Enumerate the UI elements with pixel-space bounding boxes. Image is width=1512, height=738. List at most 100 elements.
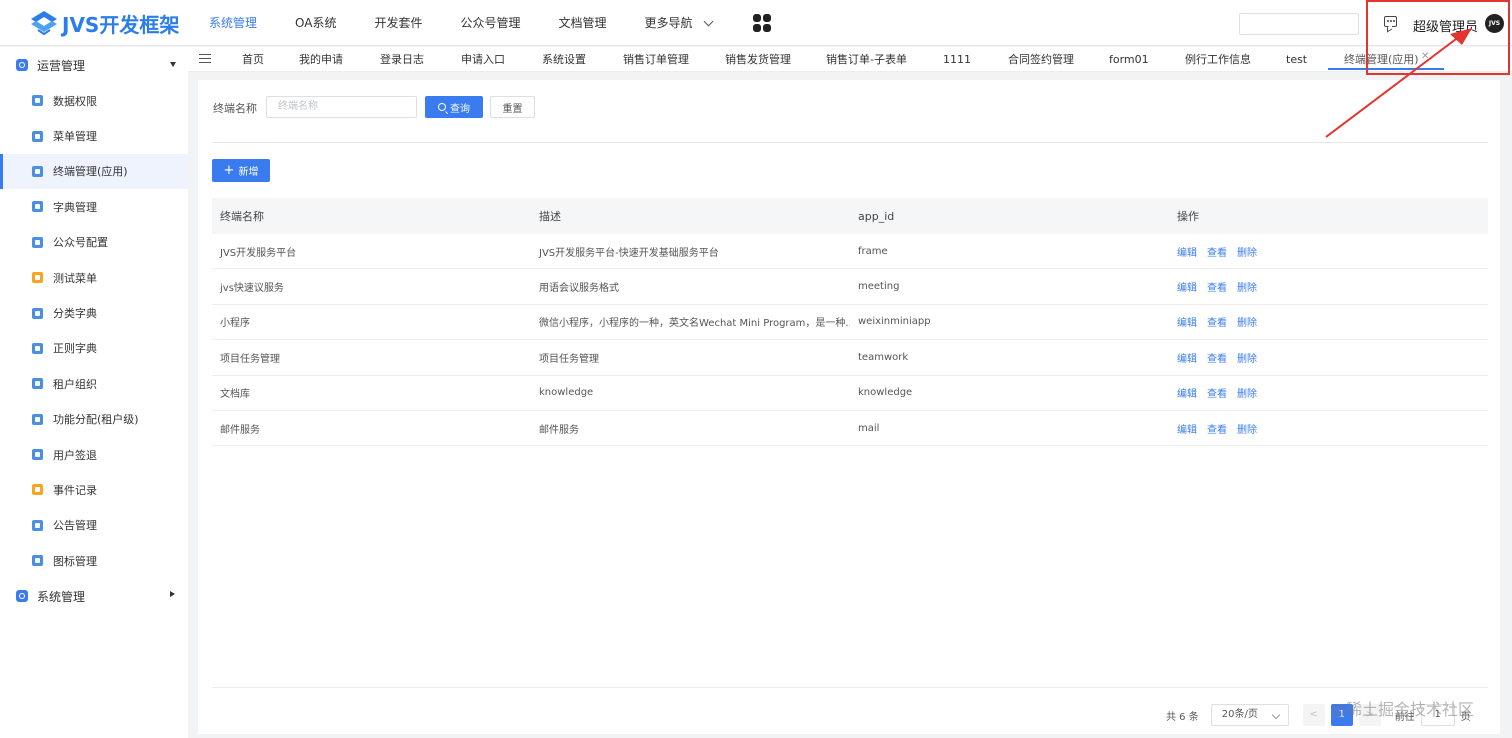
- sidebar-item[interactable]: 终端管理(应用): [0, 153, 188, 190]
- logo[interactable]: JVS开发框架: [30, 9, 179, 37]
- sidebar-item[interactable]: 租户组织: [0, 366, 188, 401]
- nav-official-account[interactable]: 公众号管理: [441, 0, 539, 46]
- row-actions: 编辑 查看 删除: [1169, 279, 1488, 294]
- menu-item-icon: [32, 130, 43, 142]
- tab[interactable]: 1111: [943, 47, 971, 72]
- terminal-name-input[interactable]: 终端名称: [266, 96, 417, 118]
- tab[interactable]: 申请入口: [461, 47, 505, 72]
- view-link[interactable]: 查看: [1207, 421, 1227, 436]
- avatar[interactable]: JVS: [1485, 14, 1504, 33]
- nav-system[interactable]: 系统管理: [190, 0, 276, 46]
- sidebar-item[interactable]: 正则字典: [0, 331, 188, 366]
- add-button[interactable]: + 新增: [212, 159, 270, 182]
- apps-grid-icon[interactable]: [752, 14, 771, 32]
- tab[interactable]: 销售发货管理: [725, 47, 791, 72]
- add-label: 新增: [238, 167, 259, 178]
- view-link[interactable]: 查看: [1207, 314, 1227, 329]
- edit-link[interactable]: 编辑: [1177, 314, 1197, 329]
- menu-item-icon: [32, 165, 43, 177]
- close-icon[interactable]: ✕: [1421, 51, 1429, 62]
- view-link[interactable]: 查看: [1207, 385, 1227, 400]
- query-button[interactable]: 查询: [425, 96, 483, 118]
- delete-link[interactable]: 删除: [1237, 385, 1257, 400]
- delete-link[interactable]: 删除: [1237, 421, 1257, 436]
- view-link[interactable]: 查看: [1207, 279, 1227, 294]
- sidebar-item-label: 租户组织: [53, 377, 97, 391]
- table-row: 项目任务管理 项目任务管理 teamwork 编辑 查看 删除: [212, 340, 1488, 376]
- sidebar-item[interactable]: 功能分配(租户级): [0, 402, 188, 437]
- sidebar-item[interactable]: 事件记录: [0, 472, 188, 507]
- tab[interactable]: 首页: [242, 47, 264, 72]
- tab-bar: 首页 我的申请 登录日志 申请入口 系统设置 销售订单管理 销售发货管理 销售订单-子表单 11…: [188, 47, 1512, 72]
- edit-link[interactable]: 编辑: [1177, 279, 1197, 294]
- sidebar-item-label: 菜单管理: [53, 130, 97, 144]
- page-size-select[interactable]: 20条/页: [1210, 704, 1289, 726]
- edit-link[interactable]: 编辑: [1177, 244, 1197, 259]
- sidebar-item[interactable]: 公告管理: [0, 508, 188, 543]
- top-header: JVS开发框架 系统管理 OA系统 开发套件 公众号管理 文档管理 更多导航 超…: [0, 0, 1512, 46]
- divider: [212, 142, 1488, 143]
- sidebar-item-label: 字典管理: [53, 200, 97, 214]
- edit-link[interactable]: 编辑: [1177, 421, 1197, 436]
- menu-item-icon: [32, 95, 43, 107]
- tab[interactable]: form01: [1109, 47, 1149, 72]
- table-cell: 小程序: [220, 318, 250, 330]
- table-row: 文档库 knowledge knowledge 编辑 查看 删除: [212, 376, 1488, 411]
- prev-page-button[interactable]: <: [1302, 704, 1325, 726]
- sidebar-item[interactable]: 测试菜单: [0, 260, 188, 295]
- message-icon[interactable]: [1384, 16, 1397, 27]
- nav-label: 系统管理: [209, 16, 258, 30]
- nav-more[interactable]: 更多导航: [626, 0, 731, 46]
- view-link[interactable]: 查看: [1207, 350, 1227, 365]
- edit-link[interactable]: 编辑: [1177, 385, 1197, 400]
- table-cell: teamwork: [858, 351, 909, 363]
- sidebar-group-ops[interactable]: 运营管理: [0, 47, 188, 83]
- nav-label: 公众号管理: [460, 16, 521, 30]
- divider: [212, 687, 1488, 688]
- tab[interactable]: 登录日志: [380, 47, 424, 72]
- tab[interactable]: 例行工作信息: [1185, 47, 1251, 72]
- sidebar-item[interactable]: 分类字典: [0, 295, 188, 330]
- sidebar-item-label: 功能分配(租户级): [53, 413, 139, 427]
- nav-devkit[interactable]: 开发套件: [355, 0, 441, 46]
- top-search-input[interactable]: [1239, 13, 1359, 35]
- menu-item-icon: [32, 484, 43, 496]
- sidebar-item[interactable]: 图标管理: [0, 543, 188, 578]
- logo-text: JVS开发框架: [62, 12, 180, 37]
- sidebar-item[interactable]: 公众号配置: [0, 225, 188, 260]
- sidebar-item[interactable]: 字典管理: [0, 189, 188, 224]
- tab[interactable]: test: [1286, 47, 1307, 72]
- user-name[interactable]: 超级管理员: [1413, 16, 1478, 35]
- tab[interactable]: 销售订单-子表单: [826, 47, 907, 72]
- sidebar-item-label: 用户签退: [53, 448, 97, 462]
- sidebar-group-system[interactable]: 系统管理: [0, 578, 188, 614]
- sidebar-item[interactable]: 菜单管理: [0, 118, 188, 153]
- search-icon: [438, 103, 446, 111]
- sidebar-item-label: 测试菜单: [53, 271, 97, 285]
- main-panel: 终端名称 终端名称 查询 重置 + 新增 终端名称 描述 app_id 操作 J…: [198, 80, 1500, 734]
- caret-right-icon: [170, 591, 175, 598]
- nav-docs[interactable]: 文档管理: [540, 0, 626, 46]
- row-actions: 编辑 查看 删除: [1169, 350, 1488, 365]
- row-actions: 编辑 查看 删除: [1169, 421, 1488, 436]
- delete-link[interactable]: 删除: [1237, 314, 1257, 329]
- nav-oa[interactable]: OA系统: [276, 0, 355, 46]
- tab[interactable]: 我的申请: [299, 47, 343, 72]
- reset-button[interactable]: 重置: [490, 96, 535, 118]
- sidebar-item-label: 图标管理: [53, 554, 97, 568]
- row-actions: 编辑 查看 删除: [1169, 244, 1488, 259]
- menu-toggle-icon[interactable]: [199, 54, 211, 63]
- delete-link[interactable]: 删除: [1237, 279, 1257, 294]
- tab[interactable]: 销售订单管理: [623, 47, 689, 72]
- edit-link[interactable]: 编辑: [1177, 350, 1197, 365]
- delete-link[interactable]: 删除: [1237, 244, 1257, 259]
- sidebar-item[interactable]: 数据权限: [0, 83, 188, 118]
- sidebar-item[interactable]: 用户签退: [0, 437, 188, 472]
- view-link[interactable]: 查看: [1207, 244, 1227, 259]
- tab[interactable]: 合同签约管理: [1008, 47, 1074, 72]
- chevron-down-icon: [703, 16, 713, 26]
- column-header: 操作: [1177, 210, 1199, 223]
- tab[interactable]: 系统设置: [542, 47, 586, 72]
- delete-link[interactable]: 删除: [1237, 350, 1257, 365]
- menu-item-icon: [32, 307, 43, 319]
